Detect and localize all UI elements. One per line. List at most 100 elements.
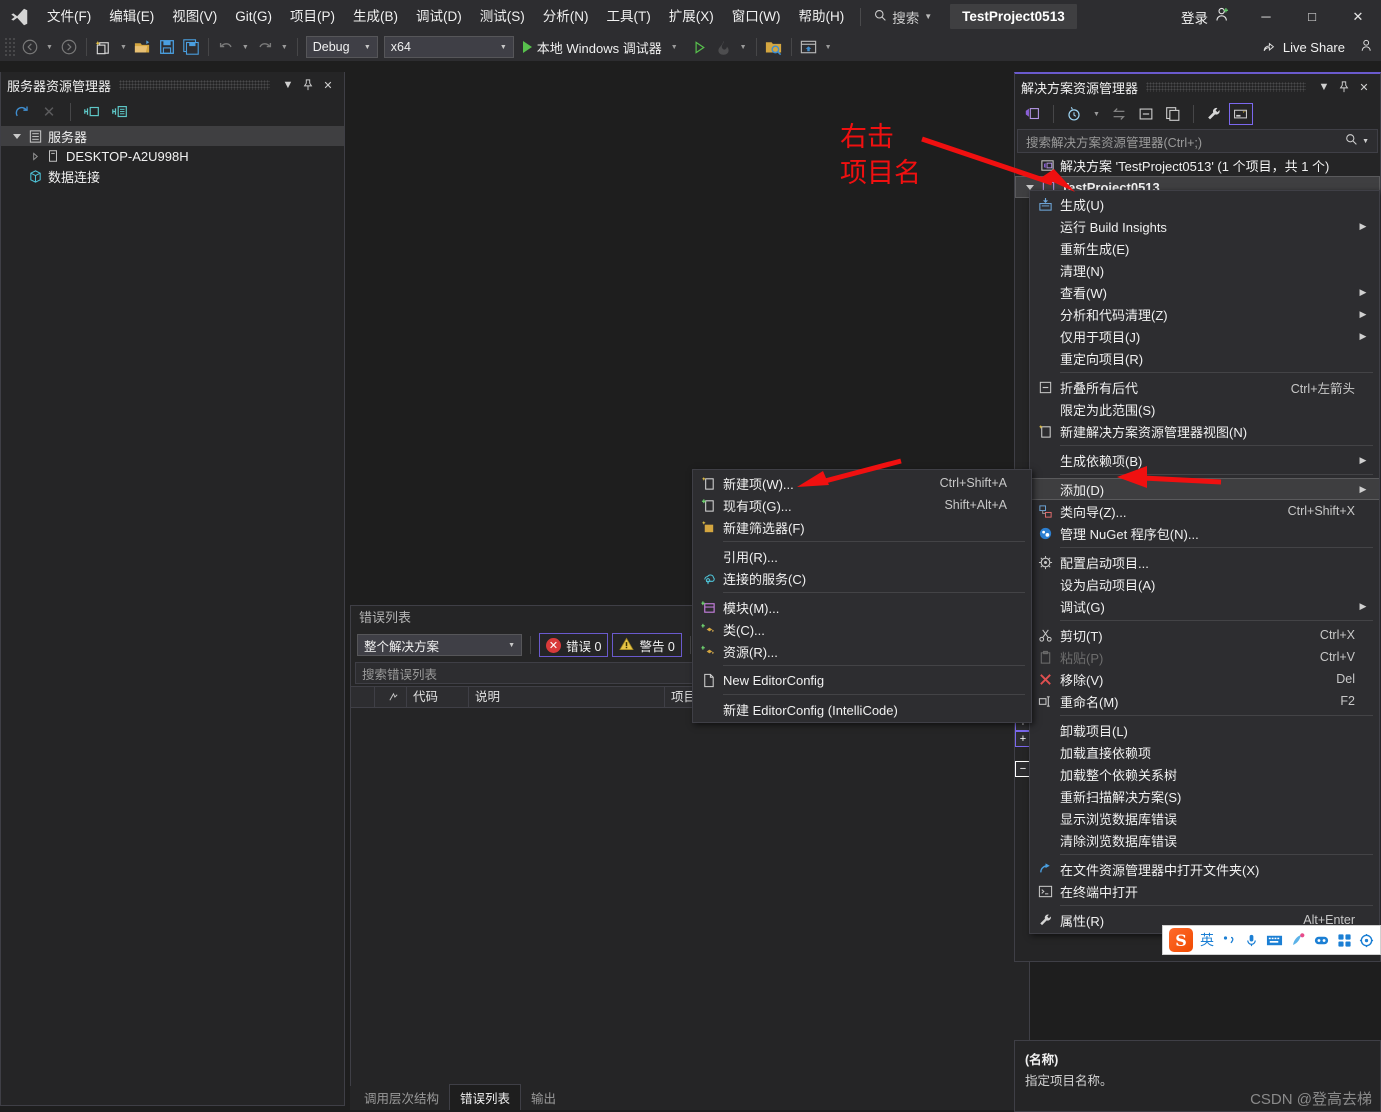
search-folder-icon[interactable]	[762, 35, 786, 59]
context-menu-item-7[interactable]: 重定向项目(R)	[1030, 347, 1379, 369]
solution-node[interactable]: 解决方案 'TestProject0513' (1 个项目，共 1 个)	[1015, 154, 1380, 176]
window-close-button[interactable]: ✕	[1335, 0, 1381, 33]
solution-explorer-search-input[interactable]: 搜索解决方案资源管理器(Ctrl+;) ▼	[1017, 129, 1378, 153]
add-submenu-item-9[interactable]: 资源(R)...	[693, 640, 1031, 662]
context-menu-item-11[interactable]: 新建解决方案资源管理器视图(N)	[1030, 420, 1379, 442]
context-menu-item-1[interactable]: 运行 Build Insights ▶	[1030, 215, 1379, 237]
expander-expanded-icon[interactable]	[1022, 184, 1038, 190]
start-debugging-button[interactable]: 本地 Windows 调试器 ▼	[517, 35, 688, 59]
account-person-icon[interactable]	[1212, 6, 1243, 28]
hot-reload-icon[interactable]	[712, 35, 736, 59]
global-search[interactable]: 搜索 ▼	[868, 0, 938, 33]
context-menu-item-33[interactable]: 清除浏览数据库错误	[1030, 829, 1379, 851]
context-menu-item-21[interactable]: 调试(G) ▶	[1030, 595, 1379, 617]
live-share-button[interactable]: Live Share	[1261, 38, 1381, 57]
preview-selected-items-icon[interactable]	[1228, 103, 1253, 125]
context-menu-item-23[interactable]: 剪切(T) Ctrl+X	[1030, 624, 1379, 646]
menu-build[interactable]: 生成(B)	[344, 0, 407, 33]
close-icon[interactable]: ✕	[318, 75, 338, 95]
menu-view[interactable]: 视图(V)	[163, 0, 226, 33]
column-severity-icon[interactable]	[375, 686, 407, 708]
pin-icon[interactable]	[1334, 77, 1354, 97]
add-submenu-item-11[interactable]: New EditorConfig	[693, 669, 1031, 691]
ime-keyboard-icon[interactable]	[1266, 933, 1283, 948]
menu-project[interactable]: 项目(P)	[281, 0, 344, 33]
navigate-back-icon[interactable]	[18, 35, 42, 59]
add-submenu-item-4[interactable]: 引用(R)...	[693, 545, 1031, 567]
menu-help[interactable]: 帮助(H)	[789, 0, 853, 33]
menu-file[interactable]: 文件(F)	[38, 0, 100, 33]
collapse-all-icon[interactable]	[1134, 103, 1158, 125]
context-menu-item-3[interactable]: 清理(N)	[1030, 259, 1379, 281]
window-maximize-button[interactable]: □	[1289, 0, 1335, 33]
context-menu-item-26[interactable]: 重命名(M) F2	[1030, 690, 1379, 712]
tab-call-hierarchy[interactable]: 调用层次结构	[354, 1085, 449, 1110]
undo-dropdown-icon[interactable]: ▼	[238, 44, 253, 51]
sogou-logo-icon[interactable]: S	[1169, 928, 1193, 952]
tab-error-list[interactable]: 错误列表	[449, 1084, 522, 1110]
add-submenu-item-13[interactable]: 新建 EditorConfig (IntelliCode)	[693, 698, 1031, 720]
undo-icon[interactable]	[214, 35, 238, 59]
ime-skin-icon[interactable]	[1290, 932, 1306, 948]
context-menu-item-29[interactable]: 加载直接依赖项	[1030, 741, 1379, 763]
ime-settings-icon[interactable]	[1359, 933, 1374, 948]
start-without-debugging-icon[interactable]	[688, 35, 712, 59]
chevron-down-icon[interactable]: ▼	[1362, 138, 1369, 145]
menu-test[interactable]: 测试(S)	[471, 0, 534, 33]
context-menu-item-31[interactable]: 重新扫描解决方案(S)	[1030, 785, 1379, 807]
expander-expanded-icon[interactable]	[9, 133, 25, 139]
back-dropdown-icon[interactable]: ▼	[42, 44, 57, 51]
tree-item-desktop-machine[interactable]: DESKTOP-A2U998H	[1, 146, 344, 166]
column-blank[interactable]	[351, 686, 375, 708]
redo-icon[interactable]	[253, 35, 277, 59]
add-submenu-item-2[interactable]: 新建筛选器(F)	[693, 516, 1031, 538]
sync-with-active-document-icon[interactable]	[1107, 103, 1131, 125]
show-all-files-icon[interactable]	[1161, 103, 1185, 125]
add-submenu-item-7[interactable]: 模块(M)...	[693, 596, 1031, 618]
context-menu-item-10[interactable]: 限定为此范围(S)	[1030, 398, 1379, 420]
refresh-icon[interactable]	[9, 101, 33, 123]
open-folder-icon[interactable]	[131, 35, 155, 59]
live-share-join-icon[interactable]	[1359, 38, 1375, 57]
error-scope-combo[interactable]: 整个解决方案 ▼	[357, 634, 522, 656]
context-menu-item-30[interactable]: 加载整个依赖关系树	[1030, 763, 1379, 785]
menu-window[interactable]: 窗口(W)	[723, 0, 790, 33]
add-submenu-item-1[interactable]: 现有项(G)... Shift+Alt+A	[693, 494, 1031, 516]
save-icon[interactable]	[155, 35, 179, 59]
menu-analyze[interactable]: 分析(N)	[534, 0, 598, 33]
context-menu-item-17[interactable]: 管理 NuGet 程序包(N)...	[1030, 522, 1379, 544]
menu-debug[interactable]: 调试(D)	[407, 0, 471, 33]
window-minimize-button[interactable]: ─	[1243, 0, 1289, 33]
ime-toolbox-icon[interactable]	[1337, 933, 1352, 948]
connect-server-icon[interactable]	[80, 101, 104, 123]
context-menu-item-32[interactable]: 显示浏览数据库错误	[1030, 807, 1379, 829]
add-submenu-item-8[interactable]: 类(C)...	[693, 618, 1031, 640]
context-menu-item-2[interactable]: 重新生成(E)	[1030, 237, 1379, 259]
menu-extensions[interactable]: 扩展(X)	[660, 0, 723, 33]
ime-chinese-english-icon[interactable]: 英	[1200, 930, 1214, 950]
new-project-dropdown-icon[interactable]: ▼	[116, 44, 131, 51]
context-menu-item-5[interactable]: 分析和代码清理(Z) ▶	[1030, 303, 1379, 325]
warnings-filter-toggle[interactable]: 警告 0	[612, 633, 682, 657]
chevron-down-icon[interactable]: ▼	[278, 75, 298, 95]
context-menu-item-0[interactable]: 生成(U)	[1030, 193, 1379, 215]
pin-icon[interactable]	[298, 75, 318, 95]
expander-collapsed-icon[interactable]	[27, 151, 43, 161]
context-menu-item-4[interactable]: 查看(W) ▶	[1030, 281, 1379, 303]
add-submenu-item-0[interactable]: 新建项(W)... Ctrl+Shift+A	[693, 472, 1031, 494]
sign-in-label[interactable]: 登录	[1177, 7, 1212, 27]
add-submenu-item-5[interactable]: 连接的服务(C)	[693, 567, 1031, 589]
add-server-icon[interactable]	[108, 101, 132, 123]
context-menu-item-25[interactable]: 移除(V) Del	[1030, 668, 1379, 690]
menu-git[interactable]: Git(G)	[226, 0, 281, 33]
solution-view-icon[interactable]	[1021, 103, 1045, 125]
close-icon[interactable]: ✕	[1354, 77, 1374, 97]
context-menu-item-36[interactable]: 在终端中打开	[1030, 880, 1379, 902]
context-menu-item-28[interactable]: 卸载项目(L)	[1030, 719, 1379, 741]
platform-combo[interactable]: x64 ▼	[383, 36, 514, 58]
context-menu-item-6[interactable]: 仅用于项目(J) ▶	[1030, 325, 1379, 347]
column-code[interactable]: 代码	[407, 686, 469, 708]
chevron-down-icon[interactable]: ▼	[1089, 111, 1104, 118]
layout-dropdown-icon[interactable]: ▼	[821, 44, 836, 51]
pending-changes-icon[interactable]	[1062, 103, 1086, 125]
